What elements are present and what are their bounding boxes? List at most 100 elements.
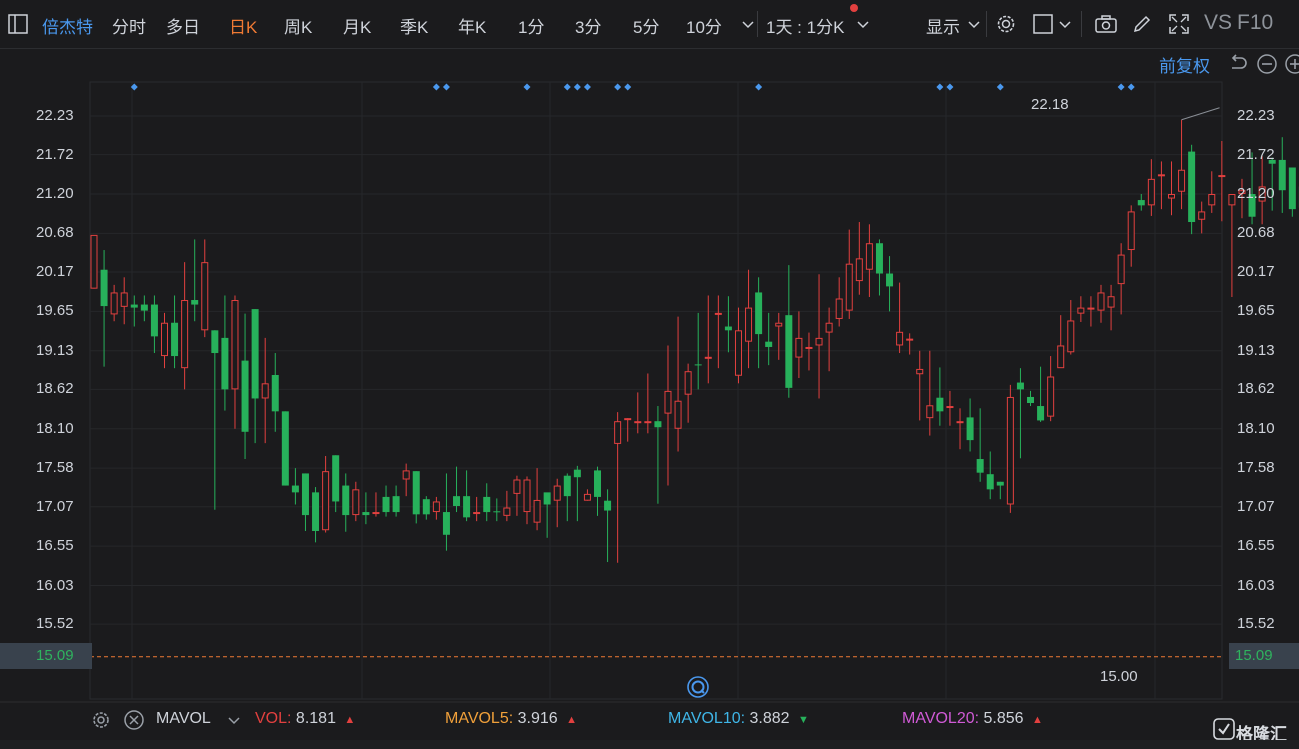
period-select[interactable]: 1天 : 1分K: [766, 13, 844, 38]
event-marker[interactable]: [755, 83, 763, 91]
candle: [986, 451, 994, 500]
candle-body: [422, 499, 430, 515]
candle: [231, 295, 239, 429]
candle-body: [956, 421, 964, 424]
gear-icon[interactable]: [89, 708, 113, 732]
tab-intraday[interactable]: 分时: [112, 13, 146, 38]
candle-body: [724, 326, 732, 331]
tab-10min[interactable]: 10分: [686, 13, 722, 38]
candle-body: [523, 479, 531, 513]
event-marker[interactable]: [523, 83, 531, 91]
price-axis-label: 20.68: [1237, 224, 1275, 242]
tab-yearly-k[interactable]: 年K: [458, 13, 486, 38]
locate-icon[interactable]: [686, 675, 710, 699]
close-icon[interactable]: [122, 708, 146, 732]
candle-body: [211, 330, 219, 354]
event-marker[interactable]: [946, 83, 954, 91]
candle-body: [1127, 211, 1135, 251]
candle: [1037, 366, 1045, 422]
candle: [674, 316, 682, 452]
chevron-down-icon[interactable]: [1053, 12, 1077, 36]
divider: [757, 11, 758, 37]
candle-body: [1198, 211, 1206, 220]
candle-body: [342, 485, 350, 516]
price-axis-label: 18.62: [1237, 380, 1275, 398]
divider: [986, 11, 987, 37]
candle: [473, 496, 481, 522]
event-marker[interactable]: [614, 83, 622, 91]
event-marker[interactable]: [996, 83, 1004, 91]
candle: [251, 309, 259, 444]
camera-icon[interactable]: [1094, 12, 1118, 36]
candle-body: [1027, 396, 1035, 404]
candle-body: [704, 356, 712, 359]
event-marker[interactable]: [583, 83, 591, 91]
event-marker[interactable]: [624, 83, 632, 91]
color-square-icon[interactable]: [1031, 12, 1055, 36]
tab-weekly-k[interactable]: 周K: [284, 13, 312, 38]
up-arrow-icon: ▲: [566, 714, 578, 726]
event-marker[interactable]: [432, 83, 440, 91]
candle-body: [312, 492, 320, 531]
candle: [724, 296, 732, 353]
candle: [442, 473, 450, 551]
tab-3min[interactable]: 3分: [575, 13, 601, 38]
display-menu[interactable]: 显示: [926, 13, 960, 38]
fullscreen-icon[interactable]: [1167, 12, 1191, 36]
candle: [1077, 296, 1085, 322]
candle-body: [513, 479, 521, 494]
tab-quarterly-k[interactable]: 季K: [400, 13, 428, 38]
chevron-down-icon[interactable]: [851, 12, 875, 36]
candle-body: [1107, 296, 1115, 308]
tab-multiday[interactable]: 多日: [166, 13, 200, 38]
chevron-down-icon[interactable]: [962, 12, 986, 36]
tab-monthly-k[interactable]: 月K: [343, 13, 371, 38]
candle-body: [1218, 175, 1226, 178]
event-marker[interactable]: [1117, 83, 1125, 91]
indicator-name[interactable]: MAVOL: [156, 710, 211, 728]
candle-body: [815, 337, 823, 346]
event-marker[interactable]: [573, 83, 581, 91]
f10-button[interactable]: F10: [1237, 11, 1273, 35]
tab-1min[interactable]: 1分: [518, 13, 544, 38]
candle-body: [1228, 194, 1236, 206]
candle: [875, 239, 883, 296]
kline-chart[interactable]: [0, 48, 1299, 704]
vs-button[interactable]: VS: [1204, 11, 1232, 35]
price-axis-label: 21.72: [36, 145, 74, 163]
event-marker[interactable]: [442, 83, 450, 91]
candle-body: [604, 500, 612, 511]
price-axis-label: 17.07: [36, 497, 74, 515]
candle: [1047, 356, 1055, 422]
candle: [301, 473, 309, 531]
gear-icon[interactable]: [994, 12, 1018, 36]
candle: [392, 485, 400, 517]
candle-body: [1137, 200, 1145, 206]
candle-body: [946, 406, 954, 409]
candle-body: [241, 360, 249, 432]
candle: [160, 312, 168, 369]
price-axis-label: 20.68: [36, 224, 74, 242]
event-marker[interactable]: [936, 83, 944, 91]
candle: [996, 481, 1004, 500]
event-marker[interactable]: [563, 83, 571, 91]
tab-5min[interactable]: 5分: [633, 13, 659, 38]
indicator-bar: MAVOL VOL: 8.181 ▲ MAVOL5: 3.916 ▲ MAVOL…: [0, 704, 1299, 734]
chevron-down-icon[interactable]: [222, 708, 246, 732]
candle: [362, 492, 370, 525]
candle: [1228, 194, 1236, 297]
candle-body: [563, 475, 571, 497]
candle-body: [926, 405, 934, 419]
candle: [765, 312, 773, 366]
stock-name[interactable]: 倍杰特: [42, 13, 93, 38]
candle-body: [1278, 159, 1286, 191]
vol-value: 8.181: [295, 710, 336, 727]
candle-body: [1006, 396, 1014, 505]
sidebar-toggle-icon[interactable]: [6, 12, 30, 36]
event-marker[interactable]: [1127, 83, 1135, 91]
tab-daily-k[interactable]: 日K: [229, 13, 257, 38]
candle-body: [130, 304, 138, 308]
candle: [281, 411, 289, 486]
candle-body: [140, 304, 148, 311]
pencil-icon[interactable]: [1130, 12, 1154, 36]
